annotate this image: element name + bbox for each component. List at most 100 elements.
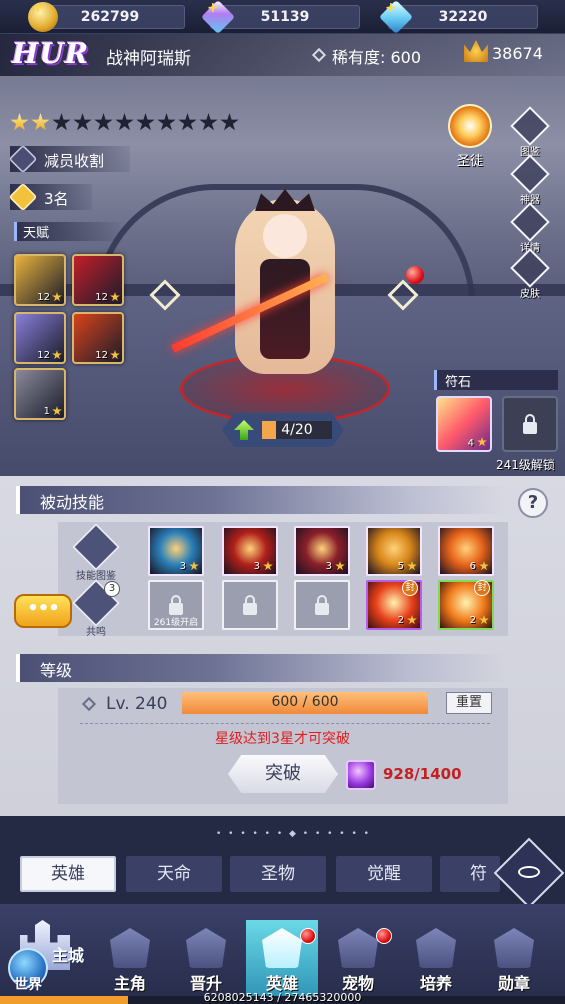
artifact-icon [510,154,550,194]
star-icon [136,113,155,131]
hero-name: 战神阿瑞斯 [106,49,191,69]
codex-icon [510,106,550,146]
tab-0[interactable]: 英雄 [20,856,116,892]
breakthrough-warning: 星级达到3星才可突破 [215,731,350,747]
skin-icon [510,248,550,288]
locked-skill-slot[interactable] [294,580,350,630]
rune-title: 符石 [434,370,558,390]
talent-slot[interactable]: 12 [72,254,124,306]
passive-skill[interactable]: 3 [148,526,204,576]
gold-value: 262799 [80,9,140,25]
star-icon [52,113,71,131]
passive-skill[interactable]: 3 [294,526,350,576]
nav-icon [110,928,150,968]
red-orb-icon [406,266,424,284]
level-bar-text: 600 / 600 [271,694,339,710]
passive-skills-title: 被动技能 [40,493,105,512]
talent-slot[interactable]: 12 [72,312,124,364]
locked-skill-slot[interactable] [222,580,278,630]
rarity-label: 稀有度: 600 [332,48,422,67]
gold-currency[interactable]: + 262799 [28,0,185,32]
material-count: 928/1400 [383,765,462,783]
crystal-value: 51139 [260,9,310,25]
hero-notification-dot [300,928,316,944]
rune-slot-1[interactable]: 4 [436,396,492,452]
tab-4[interactable]: 符文 [440,856,500,892]
rarity-value: 600 [390,48,422,67]
count-label: 3名 [44,190,69,208]
talent-slot[interactable]: 1 [14,368,66,420]
level-label: Lv. 240 [106,694,168,714]
diamond-currency[interactable]: + 32220 [379,0,538,34]
star-icon [52,350,62,360]
star-icon [263,561,273,571]
rune-unlock-text: 241级解锁 [496,458,555,472]
hero-exp-bar[interactable]: 4/20 [222,413,344,447]
count-tag: 3名 [8,182,92,212]
talent-level: 1 [43,406,50,417]
details-button[interactable]: 详情 [510,202,550,254]
currency-bar: + 262799 + 51139 + 32220 [0,0,565,34]
star-icon [477,437,487,447]
nav-item-0[interactable]: 主角 [94,928,166,998]
passive-skill[interactable]: 封2 [438,580,494,630]
star-icon [52,292,62,302]
tab-2[interactable]: 圣物 [230,856,326,892]
nav-item-1[interactable]: 晋升 [170,928,242,998]
talent-slot[interactable]: 12 [14,254,66,306]
passive-skill[interactable]: 5 [366,526,422,576]
hero-character[interactable] [171,189,345,379]
count-icon [8,182,38,212]
help-button[interactable]: ? [518,488,548,518]
star-icon [189,561,199,571]
passive-skill[interactable]: 3 [222,526,278,576]
eye-icon [518,866,540,878]
lock-icon [315,595,329,615]
nav-icon [494,928,534,968]
skill-codex-button[interactable]: 技能图鉴 [68,522,124,582]
talent-slot[interactable]: 12 [14,312,66,364]
passive-skill[interactable]: 6 [438,526,494,576]
talent-level: 12 [37,292,50,303]
passive-skill[interactable]: 封2 [366,580,422,630]
star-rating [10,113,239,135]
nav-item-4[interactable]: 培养 [400,928,472,998]
star-icon [73,113,92,131]
trait-tag[interactable]: 减员收割 [8,144,130,174]
star-icon [94,113,113,131]
star-icon [110,292,120,302]
trait-icon [8,144,38,174]
star-icon [479,561,489,571]
crystal-currency[interactable]: + 51139 [201,0,360,34]
power-crown-icon [464,40,488,62]
artifact-button[interactable]: 神器 [510,154,550,206]
divider [80,723,490,724]
star-icon [479,615,489,625]
nav-icon [416,928,456,968]
world-button[interactable]: 主城 世界 [6,912,92,996]
saint-button[interactable]: 圣徒 [446,104,494,169]
rarity-icon [311,47,327,63]
purple-orb-icon [346,760,376,790]
talent-level: 12 [37,350,50,361]
star-icon [52,406,62,416]
locked-skill-slot[interactable]: 261级开启 [148,580,204,630]
seal-badge: 封 [474,580,490,596]
rune-slot-2[interactable] [502,396,558,452]
skin-button[interactable]: 皮肤 [510,248,550,300]
lock-icon [243,595,257,615]
skill-count: 3 [253,561,260,572]
star-icon [199,113,218,131]
nav-item-5[interactable]: 勋章 [478,928,550,998]
reset-button[interactable]: 重置 [446,692,492,714]
star-icon [407,561,417,571]
chat-button[interactable]: ••• [14,594,72,628]
codex-button[interactable]: 图鉴 [510,106,550,158]
tab-3[interactable]: 觉醒 [336,856,432,892]
star-icon [31,113,50,131]
breakthrough-button[interactable]: 突破 [228,755,338,793]
skill-count: 2 [397,615,404,626]
diamond-value: 32220 [438,9,488,25]
skill-count: 2 [469,615,476,626]
tab-1[interactable]: 天命 [126,856,222,892]
